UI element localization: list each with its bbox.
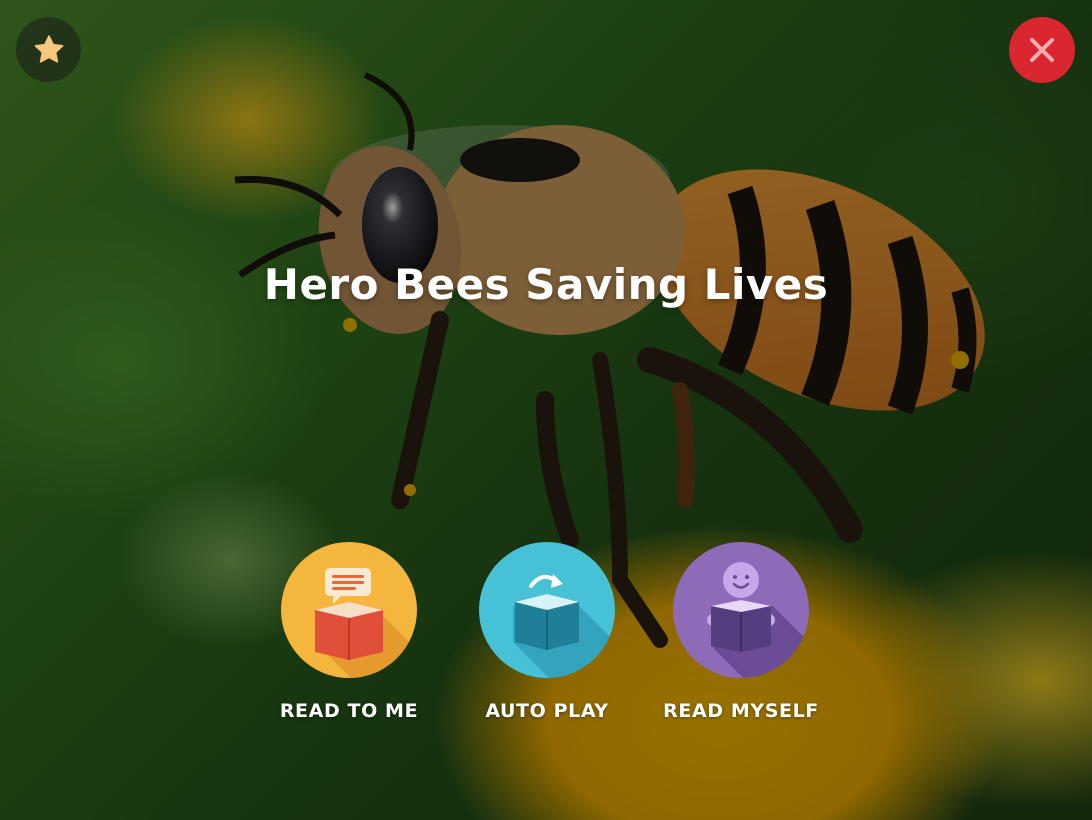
favorite-button[interactable] — [16, 17, 81, 82]
auto-play-button[interactable]: AUTO PLAY — [462, 542, 632, 722]
read-myself-label: READ MYSELF — [663, 700, 819, 722]
story-start-screen: Hero Bees Saving Lives READ TO ME AUTO P… — [0, 0, 1092, 820]
close-button[interactable] — [1009, 17, 1075, 83]
close-icon — [1030, 38, 1054, 62]
star-icon — [34, 34, 63, 63]
read-to-me-circle — [281, 542, 417, 678]
auto-play-circle — [479, 542, 615, 678]
story-title: Hero Bees Saving Lives — [263, 260, 829, 309]
auto-play-label: AUTO PLAY — [485, 700, 609, 722]
book-with-arrow-icon — [513, 574, 615, 678]
child-reading-icon — [707, 562, 809, 678]
read-to-me-button[interactable]: READ TO ME — [264, 542, 434, 722]
read-myself-button[interactable]: READ MYSELF — [656, 542, 826, 722]
book-with-speech-bubble-icon — [315, 568, 417, 678]
read-to-me-label: READ TO ME — [279, 700, 419, 722]
read-myself-circle — [673, 542, 809, 678]
